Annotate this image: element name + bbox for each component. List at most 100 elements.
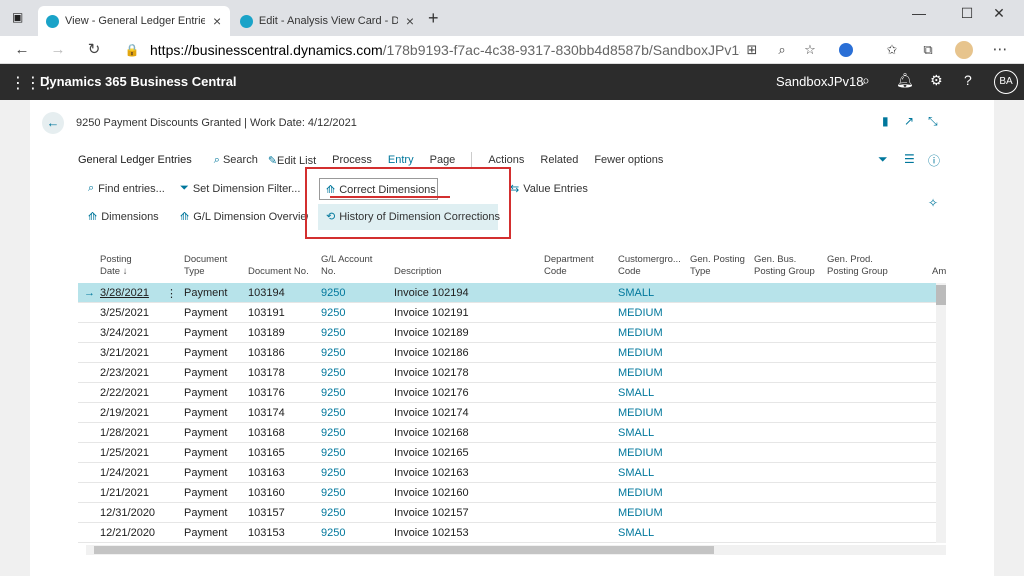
- back-button[interactable]: ←: [42, 112, 64, 134]
- close-window-icon[interactable]: ✕: [976, 0, 1022, 28]
- table-row[interactable]: 1/25/2021 Payment 103165 9250 Invoice 102165…: [78, 443, 938, 463]
- posting-date-cell[interactable]: 2/23/2021: [100, 367, 149, 379]
- column-header[interactable]: Gen. Posting Type: [690, 254, 745, 278]
- edit-list-button[interactable]: ✎Edit List: [268, 154, 316, 167]
- table-row[interactable]: 12/21/2020 Payment 103153 9250 Invoice 10215…: [78, 523, 938, 543]
- help-icon[interactable]: ?: [964, 72, 972, 88]
- gl-dimension-overview-button[interactable]: ⟰ G/L Dimension Overview: [180, 210, 308, 224]
- value-entries-button[interactable]: ⇆ Value Entries: [510, 182, 588, 196]
- gl-account-cell[interactable]: 9250: [321, 407, 345, 419]
- posting-date-cell[interactable]: 3/24/2021: [100, 327, 149, 339]
- list-view-icon[interactable]: ☰: [904, 152, 915, 166]
- gl-account-cell[interactable]: 9250: [321, 347, 345, 359]
- apps-icon[interactable]: ⊞: [740, 38, 764, 62]
- avatar[interactable]: BA: [994, 70, 1018, 94]
- customer-group-cell[interactable]: SMALL: [618, 467, 654, 479]
- column-header[interactable]: Document No.: [248, 254, 309, 278]
- more-icon[interactable]: ⋯: [988, 38, 1012, 62]
- bookmark-icon[interactable]: ▮: [882, 114, 889, 128]
- collections-icon[interactable]: ⧉: [916, 38, 940, 62]
- gl-account-cell[interactable]: 9250: [321, 467, 345, 479]
- customer-group-cell[interactable]: SMALL: [618, 527, 654, 539]
- scroll-thumb[interactable]: [94, 546, 714, 554]
- close-tab-icon[interactable]: ×: [213, 13, 221, 29]
- tab-page[interactable]: Page: [430, 154, 456, 166]
- table-row[interactable]: 12/31/2020 Payment 103157 9250 Invoice 10215…: [78, 503, 938, 523]
- table-row[interactable]: 3/21/2021 Payment 103186 9250 Invoice 102186…: [78, 343, 938, 363]
- back-icon[interactable]: ←: [10, 38, 34, 62]
- table-row[interactable]: 3/24/2021 Payment 103189 9250 Invoice 102189…: [78, 323, 938, 343]
- minimize-icon[interactable]: —: [896, 0, 942, 28]
- customer-group-cell[interactable]: MEDIUM: [618, 307, 663, 319]
- customer-group-cell[interactable]: SMALL: [618, 427, 654, 439]
- gl-account-cell[interactable]: 9250: [321, 487, 345, 499]
- app-title[interactable]: Dynamics 365 Business Central: [40, 74, 237, 89]
- posting-date-cell[interactable]: 3/25/2021: [100, 307, 149, 319]
- info-icon[interactable]: ⓘ: [928, 152, 940, 169]
- tab-entry[interactable]: Entry: [388, 154, 414, 166]
- posting-date-cell[interactable]: 2/19/2021: [100, 407, 149, 419]
- column-header[interactable]: Department Code: [544, 254, 594, 278]
- gl-account-cell[interactable]: 9250: [321, 507, 345, 519]
- tab-actions[interactable]: Actions: [488, 154, 524, 166]
- search-icon[interactable]: ⌕: [862, 72, 870, 89]
- favorite-add-icon[interactable]: ☆: [798, 38, 822, 62]
- tab-analysis-view[interactable]: Edit - Analysis View Card - Dyna ×: [232, 6, 422, 36]
- table-row[interactable]: 2/19/2021 Payment 103174 9250 Invoice 102174…: [78, 403, 938, 423]
- search-button[interactable]: ⌕ Search: [214, 154, 258, 167]
- posting-date-cell[interactable]: 2/22/2021: [100, 387, 149, 399]
- gl-account-cell[interactable]: 9250: [321, 287, 345, 299]
- gl-account-cell[interactable]: 9250: [321, 447, 345, 459]
- customer-group-cell[interactable]: MEDIUM: [618, 327, 663, 339]
- tab-process[interactable]: Process: [332, 154, 372, 166]
- scroll-thumb[interactable]: [936, 285, 946, 305]
- posting-date-cell[interactable]: 1/21/2021: [100, 487, 149, 499]
- row-menu-icon[interactable]: ⋮: [166, 287, 177, 300]
- posting-date-cell[interactable]: 3/21/2021: [100, 347, 149, 359]
- gl-account-cell[interactable]: 9250: [321, 367, 345, 379]
- posting-date-cell[interactable]: 1/25/2021: [100, 447, 149, 459]
- company-name[interactable]: SandboxJPv18: [776, 74, 863, 89]
- table-row[interactable]: 1/28/2021 Payment 103168 9250 Invoice 102168…: [78, 423, 938, 443]
- horizontal-scrollbar[interactable]: [86, 545, 946, 555]
- customer-group-cell[interactable]: SMALL: [618, 387, 654, 399]
- table-row[interactable]: → ⋮ 3/28/2021 Payment 103194 9250 Invoice 1021…: [78, 283, 938, 303]
- table-row[interactable]: 1/24/2021 Payment 103163 9250 Invoice 102163…: [78, 463, 938, 483]
- open-new-window-icon[interactable]: ↗: [904, 114, 914, 128]
- posting-date-cell[interactable]: 12/31/2020: [100, 507, 155, 519]
- column-header[interactable]: Customergro... Code: [618, 254, 681, 278]
- posting-date-cell[interactable]: 1/28/2021: [100, 427, 149, 439]
- bell-icon[interactable]: 🔔︎: [896, 72, 914, 89]
- tab-related[interactable]: Related: [540, 154, 578, 166]
- column-header[interactable]: Description: [394, 254, 442, 278]
- close-tab-icon[interactable]: ×: [406, 13, 414, 29]
- new-tab-button[interactable]: +: [428, 8, 439, 29]
- favorites-icon[interactable]: ✩: [880, 38, 904, 62]
- profile-icon[interactable]: [952, 38, 976, 62]
- gl-account-cell[interactable]: 9250: [321, 387, 345, 399]
- table-row[interactable]: 2/22/2021 Payment 103176 9250 Invoice 102176…: [78, 383, 938, 403]
- customer-group-cell[interactable]: MEDIUM: [618, 347, 663, 359]
- table-row[interactable]: 3/25/2021 Payment 103191 9250 Invoice 102191…: [78, 303, 938, 323]
- column-header[interactable]: Gen. Bus. Posting Group: [754, 254, 815, 278]
- collapse-icon[interactable]: ⤡: [928, 114, 938, 129]
- gl-account-cell[interactable]: 9250: [321, 327, 345, 339]
- column-header[interactable]: Document Type: [184, 254, 227, 278]
- zoom-icon[interactable]: ⌕: [770, 38, 794, 62]
- fewer-options-button[interactable]: Fewer options: [594, 154, 663, 166]
- customer-group-cell[interactable]: MEDIUM: [618, 447, 663, 459]
- dimensions-button[interactable]: ⟰ Dimensions: [88, 210, 159, 224]
- customer-group-cell[interactable]: MEDIUM: [618, 507, 663, 519]
- tab-general-ledger[interactable]: View - General Ledger Entries - S ×: [38, 6, 230, 36]
- table-row[interactable]: 2/23/2021 Payment 103178 9250 Invoice 102178…: [78, 363, 938, 383]
- extension-icon[interactable]: [834, 38, 858, 62]
- table-row[interactable]: 1/21/2021 Payment 103160 9250 Invoice 102160…: [78, 483, 938, 503]
- gear-icon[interactable]: ⚙: [930, 72, 943, 89]
- address-bar[interactable]: https://businesscentral.dynamics.com/178…: [150, 38, 740, 62]
- filter-icon[interactable]: ⏷: [878, 152, 888, 167]
- tab-actions-icon[interactable]: ▣: [12, 10, 23, 24]
- customer-group-cell[interactable]: MEDIUM: [618, 367, 663, 379]
- column-header[interactable]: Posting Date ↓: [100, 254, 132, 278]
- column-header[interactable]: Gen. Prod. Posting Group: [827, 254, 888, 278]
- column-header[interactable]: G/L Account No.: [321, 254, 372, 278]
